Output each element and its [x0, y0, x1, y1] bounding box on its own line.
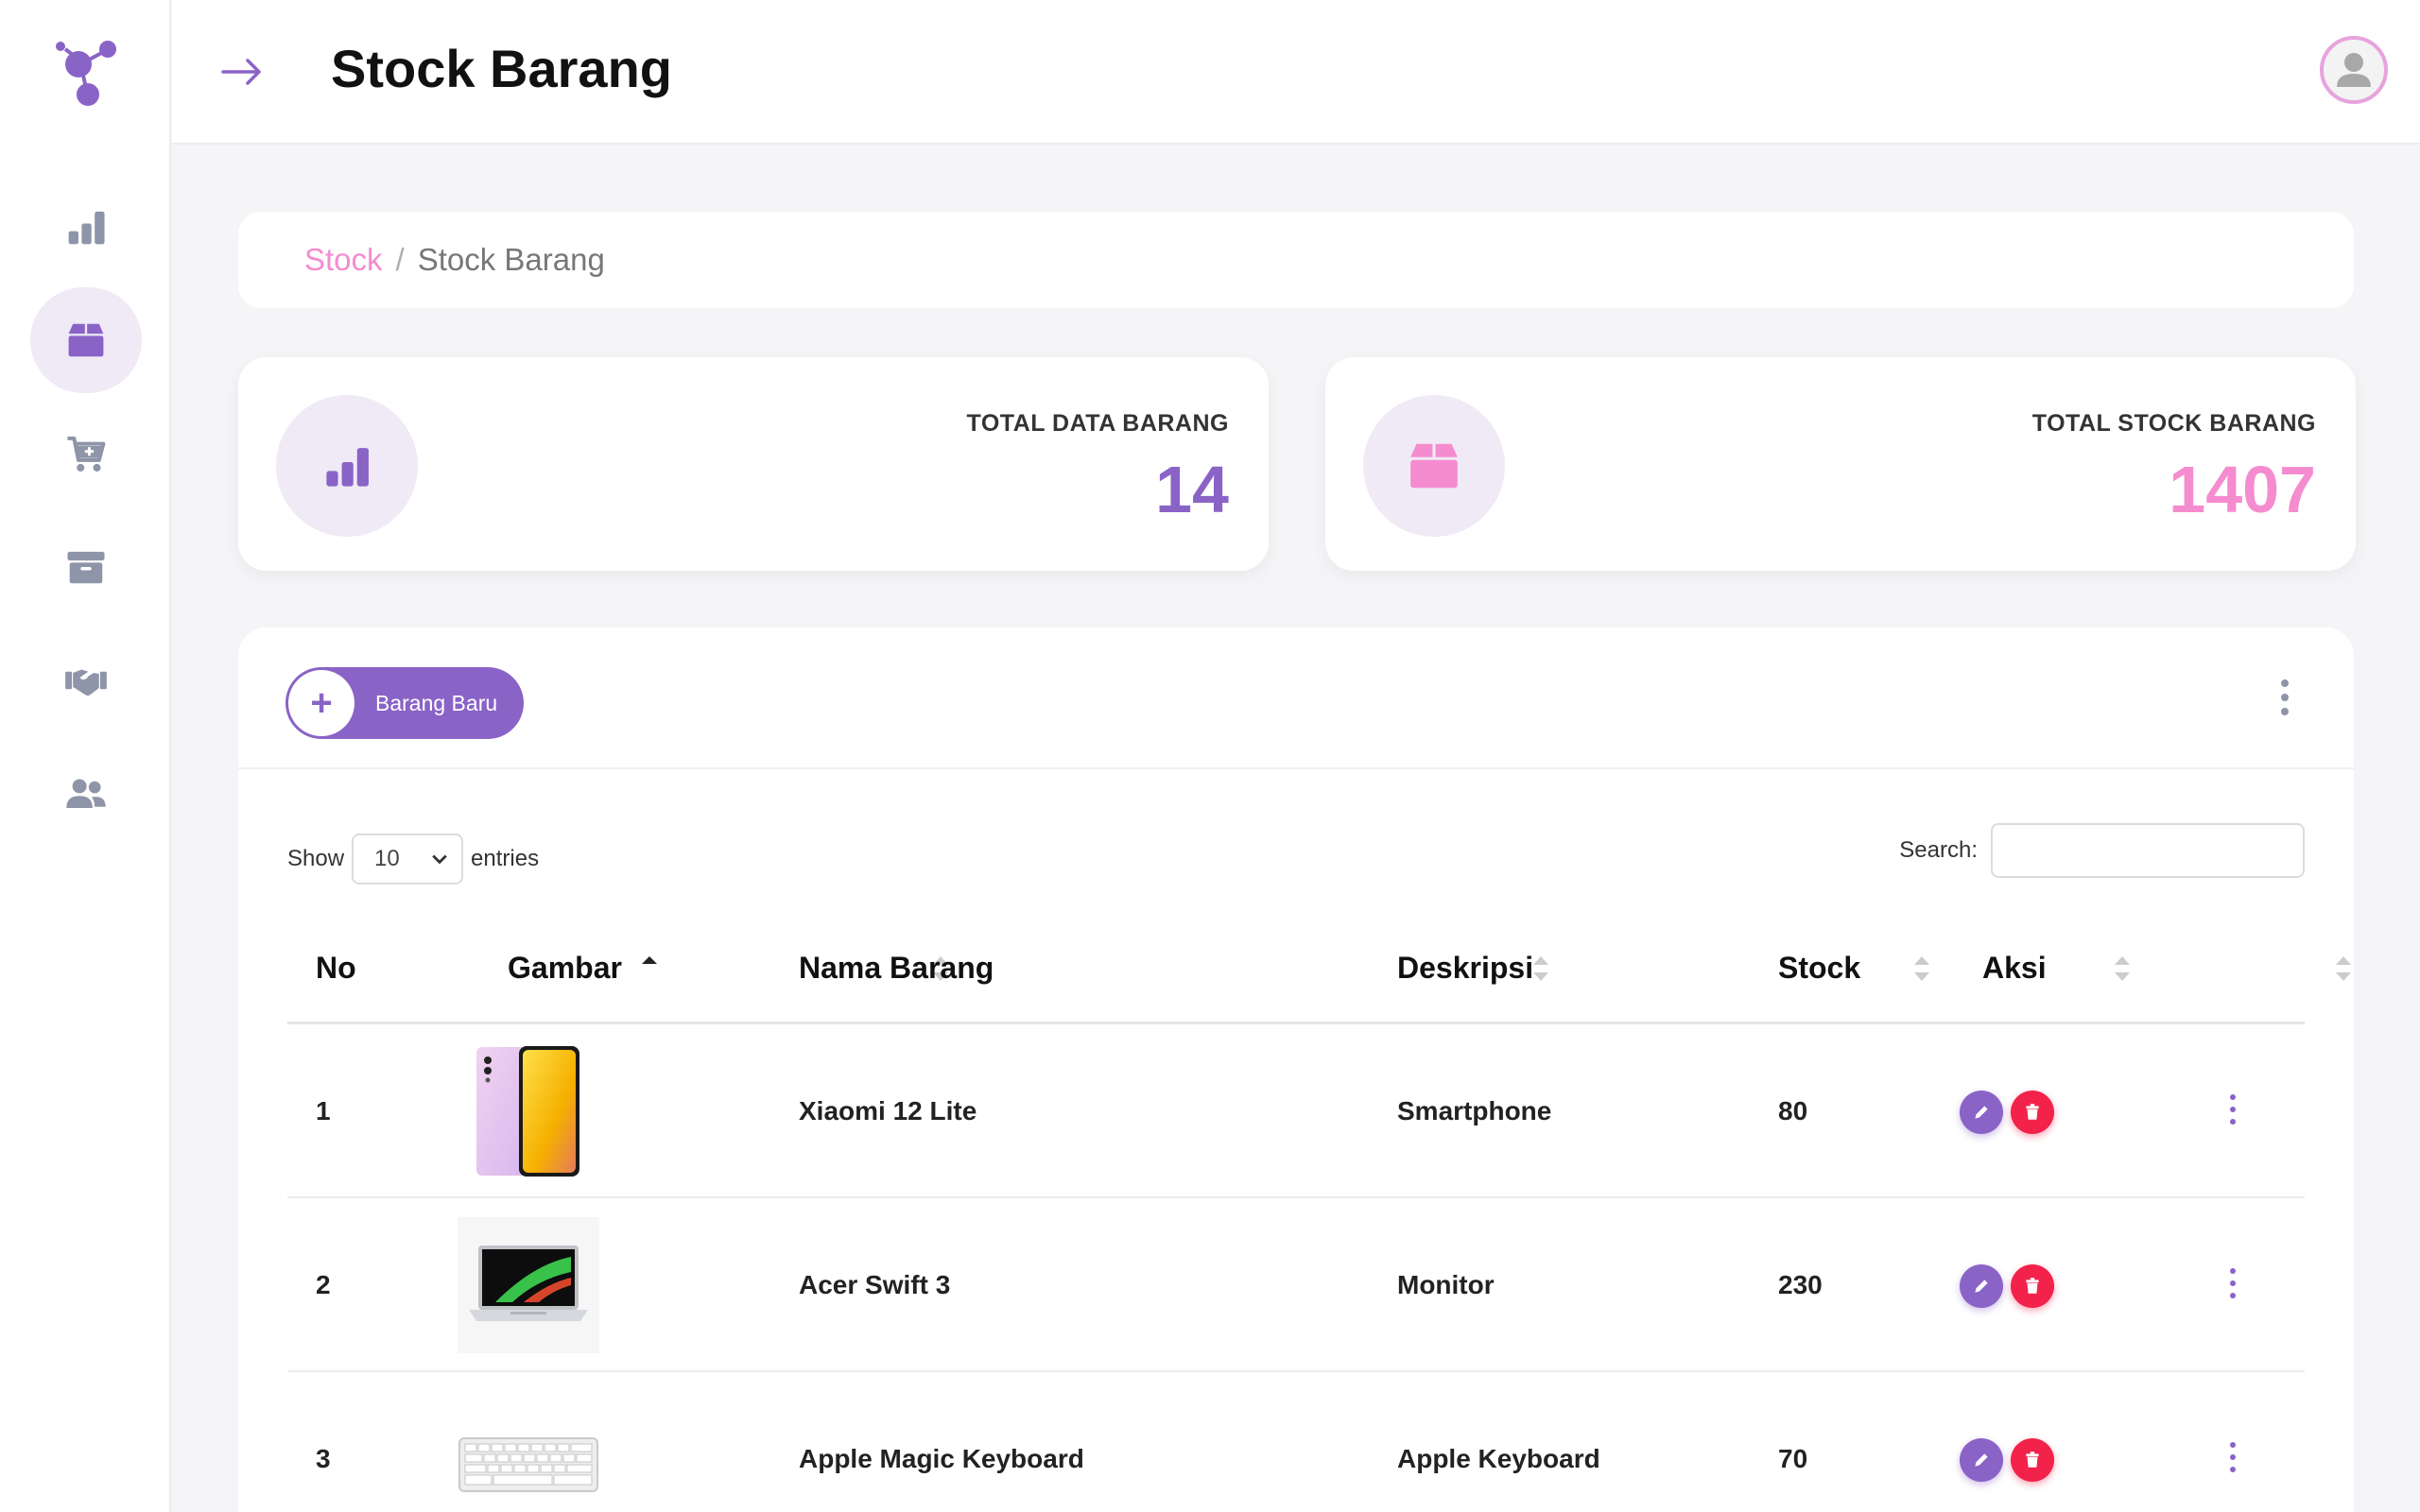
trash-icon — [2026, 1104, 2039, 1120]
entries-length-control: Show 10 entries — [287, 833, 539, 885]
search-label: Search: — [1899, 837, 1978, 863]
cell-no: 2 — [316, 1270, 331, 1299]
cell-stock: 230 — [1778, 1270, 1823, 1299]
column-header-deskripsi[interactable]: Deskripsi — [1397, 911, 1533, 1024]
stat-value-total-data: 14 — [1155, 453, 1229, 526]
stat-value-total-stock: 1407 — [2169, 453, 2316, 526]
column-header-gambar[interactable]: Gambar — [508, 911, 622, 1024]
user-icon — [2337, 53, 2371, 87]
row-menu-icon[interactable] — [2223, 1442, 2242, 1472]
bar-chart-icon — [326, 448, 369, 487]
entries-select[interactable]: 10 — [352, 833, 464, 885]
box-icon — [1410, 443, 1458, 489]
entries-select-value: 10 — [374, 846, 400, 871]
breadcrumb-link-stock[interactable]: Stock — [304, 242, 383, 278]
chevron-down-icon — [432, 854, 447, 865]
top-header: Stock Barang — [172, 0, 2420, 145]
plus-icon: + — [288, 670, 354, 736]
card-header: + Barang Baru — [238, 627, 2354, 769]
search-input[interactable] — [1991, 823, 2305, 878]
edit-button[interactable] — [1960, 1264, 2003, 1308]
cell-deskripsi: Monitor — [1397, 1270, 1495, 1299]
laptop-image — [458, 1217, 599, 1353]
new-item-button-label: Barang Baru — [375, 690, 498, 715]
column-header-no[interactable]: No — [316, 911, 356, 1024]
product-image-smartphone — [458, 1043, 599, 1179]
stat-card-total-data: TOTAL DATA BARANG 14 — [238, 357, 1269, 571]
row-menu-icon[interactable] — [2223, 1268, 2242, 1298]
sort-asc-icon[interactable] — [639, 953, 660, 981]
sidebar-item-archive[interactable] — [30, 514, 142, 620]
table-row: 2 Acer Swift 3 Monitor 230 — [287, 1198, 2305, 1372]
delete-button[interactable] — [2011, 1264, 2054, 1308]
product-image-laptop — [458, 1217, 599, 1353]
row-menu-icon[interactable] — [2223, 1094, 2242, 1125]
users-icon — [66, 779, 106, 808]
sort-icon[interactable] — [1530, 954, 1551, 983]
table-header: No Gambar Nama Barang Deskripsi Stock Ak… — [287, 911, 2351, 1024]
product-image-keyboard — [458, 1391, 599, 1512]
keyboard-image — [458, 1437, 598, 1492]
box-icon — [68, 323, 104, 357]
cell-no: 3 — [316, 1444, 331, 1473]
cell-no: 1 — [316, 1096, 331, 1125]
cell-nama-barang: Acer Swift 3 — [799, 1270, 951, 1299]
cell-stock: 70 — [1778, 1444, 1808, 1473]
sidebar-item-users[interactable] — [30, 741, 142, 847]
breadcrumb-current: Stock Barang — [417, 242, 605, 277]
cell-deskripsi: Apple Keyboard — [1397, 1444, 1600, 1473]
cell-stock: 80 — [1778, 1096, 1808, 1125]
edit-button[interactable] — [1960, 1438, 2003, 1482]
breadcrumb: Stock / Stock Barang — [238, 212, 2354, 308]
handshake-icon — [65, 669, 107, 696]
trash-icon — [2026, 1452, 2039, 1468]
breadcrumb-separator: / — [395, 242, 405, 277]
stat-label-total-stock: TOTAL STOCK BARANG — [2031, 410, 2316, 437]
cart-plus-icon — [67, 436, 106, 472]
cell-nama-barang: Xiaomi 12 Lite — [799, 1096, 977, 1125]
new-item-button[interactable]: + Barang Baru — [285, 667, 524, 739]
stat-card-total-stock: TOTAL STOCK BARANG 1407 — [1325, 357, 2356, 571]
archive-icon — [67, 551, 105, 584]
card-menu-icon[interactable] — [2275, 679, 2294, 715]
table-row: 3 Apple Magic Keyboard Apple Keyboard 70 — [287, 1372, 2305, 1512]
edit-button[interactable] — [1960, 1091, 2003, 1134]
app-logo[interactable] — [52, 38, 123, 109]
show-label: Show — [287, 846, 345, 871]
table-row: 1 Xiaomi 12 Lite Smartphone 80 — [287, 1024, 2305, 1198]
sort-icon[interactable] — [2333, 954, 2354, 983]
column-header-stock[interactable]: Stock — [1778, 911, 1860, 1024]
sidebar-item-dashboard[interactable] — [30, 174, 142, 280]
page-title: Stock Barang — [331, 39, 672, 98]
sort-icon[interactable] — [2112, 954, 2133, 983]
table-search-control: Search: — [1899, 823, 2305, 878]
sidebar-item-stock[interactable] — [30, 287, 142, 393]
pencil-icon — [1975, 1106, 1988, 1119]
column-header-nama-barang[interactable]: Nama Barang — [799, 911, 994, 1024]
sidebar-item-partners[interactable] — [30, 627, 142, 733]
stat-label-total-data: TOTAL DATA BARANG — [966, 410, 1229, 437]
entries-label: entries — [471, 846, 540, 871]
stat-icon-circle — [276, 395, 418, 537]
column-header-aksi[interactable]: Aksi — [1982, 911, 2047, 1024]
delete-button[interactable] — [2011, 1091, 2054, 1134]
pencil-icon — [1975, 1280, 1988, 1293]
cell-deskripsi: Smartphone — [1397, 1096, 1552, 1125]
sidebar — [0, 0, 171, 1512]
sort-icon[interactable] — [1911, 954, 1932, 983]
delete-button[interactable] — [2011, 1438, 2054, 1482]
smartphone-image — [476, 1046, 579, 1177]
bar-chart-icon — [68, 211, 105, 245]
cell-nama-barang: Apple Magic Keyboard — [799, 1444, 1084, 1473]
stock-table-card: + Barang Baru Show 10 entries Search: No… — [238, 627, 2354, 1512]
sidebar-item-purchase[interactable] — [30, 401, 142, 507]
stat-icon-circle — [1363, 395, 1505, 537]
avatar[interactable] — [2320, 36, 2388, 104]
pencil-icon — [1975, 1453, 1988, 1467]
trash-icon — [2026, 1278, 2039, 1294]
arrow-right-icon[interactable] — [217, 47, 267, 96]
